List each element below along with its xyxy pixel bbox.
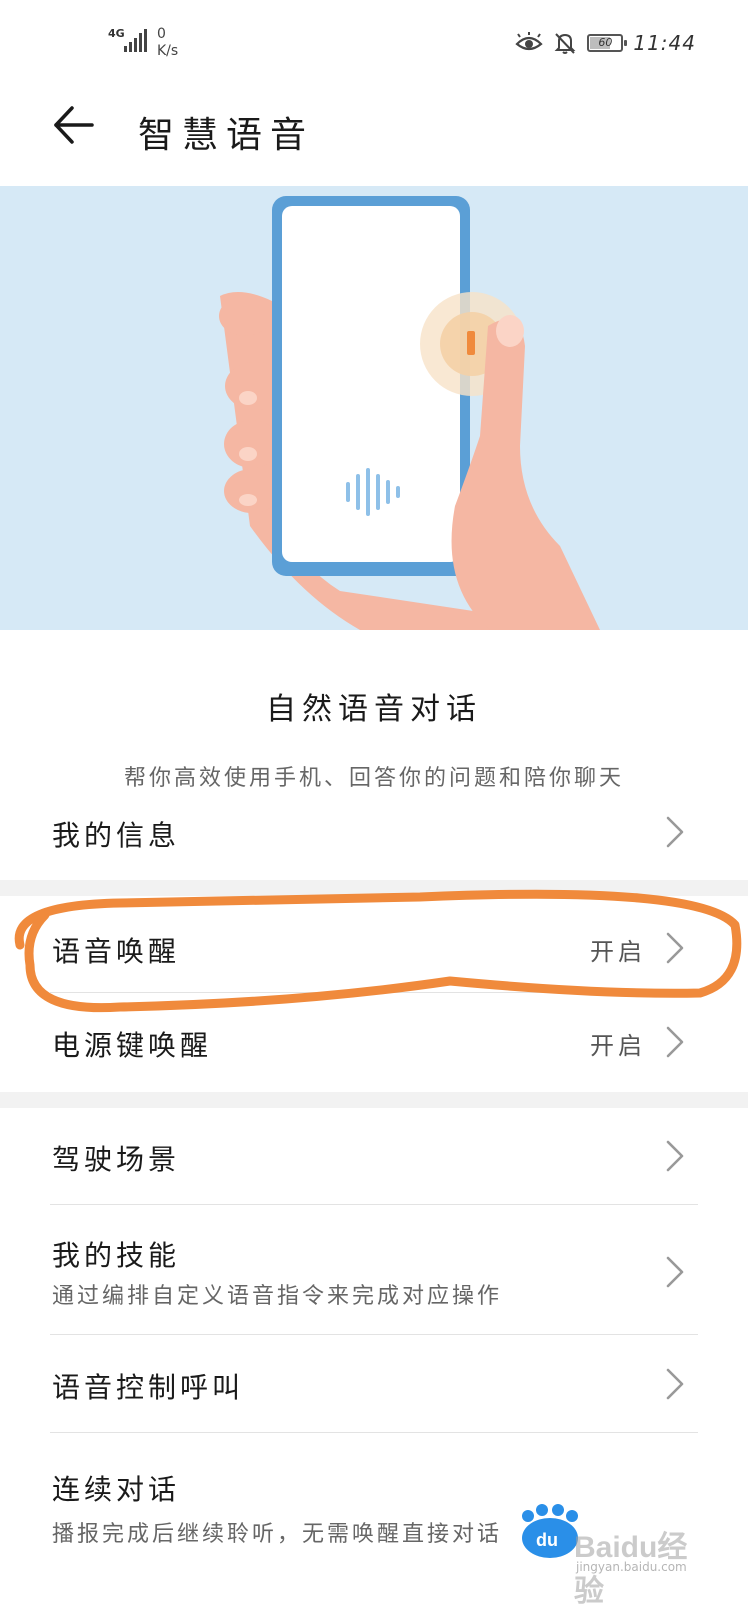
settings-item-label: 连续对话 (52, 1473, 181, 1506)
speed-value: 0 (157, 26, 166, 42)
app-bar: 智慧语音 (0, 90, 748, 162)
settings-item-my-skills[interactable]: 我的技能 通过编排自定义语音指令来完成对应操作 (0, 1214, 748, 1332)
hand-holding-phone-illustration (219, 196, 600, 630)
settings-item-label: 语音唤醒 (52, 935, 181, 968)
baidu-watermark: du Baidu经验 jingyan.baidu.com (514, 1500, 714, 1608)
divider (50, 1432, 698, 1433)
settings-item-my-info[interactable]: 我的信息 (0, 800, 748, 864)
network-speed: 0 K/s (157, 26, 178, 60)
eye-comfort-icon (515, 32, 543, 51)
chevron-right-icon (666, 1256, 684, 1288)
settings-item-label: 电源键唤醒 (52, 1029, 213, 1062)
bell-muted-icon (554, 33, 576, 54)
battery-level: 60 (598, 36, 613, 49)
chevron-right-icon (666, 1026, 684, 1058)
back-arrow-icon[interactable] (48, 100, 98, 150)
speed-unit: K/s (157, 43, 179, 59)
divider (50, 1334, 698, 1335)
section-gap (0, 1092, 748, 1108)
chevron-right-icon (666, 1368, 684, 1400)
chevron-right-icon (666, 932, 684, 964)
settings-item-voice-wakeup[interactable]: 语音唤醒 开启 (0, 910, 748, 990)
settings-item-description: 播报完成后继续聆听，无需唤醒直接对话 (52, 1522, 503, 1547)
settings-item-value: 开启 (590, 938, 646, 966)
svg-text:du: du (536, 1530, 558, 1550)
settings-item-label: 语音控制呼叫 (52, 1371, 245, 1404)
status-bar: 4G 0 K/s 60 11:44 (0, 0, 748, 80)
status-icons: 60 11:44 (515, 30, 696, 56)
clock: 11:44 (633, 31, 696, 55)
page-title: 智慧语音 (138, 115, 315, 156)
divider (50, 992, 698, 993)
settings-item-description: 通过编排自定义语音指令来完成对应操作 (52, 1284, 503, 1309)
chevron-right-icon (666, 816, 684, 848)
watermark-url: jingyan.baidu.com (576, 1560, 687, 1574)
feature-title: 自然语音对话 (266, 692, 482, 727)
settings-item-label: 我的技能 (52, 1239, 181, 1272)
settings-item-driving-scene[interactable]: 驾驶场景 (0, 1118, 748, 1198)
chevron-right-icon (666, 1140, 684, 1172)
section-gap (0, 880, 748, 896)
network-type: 4G (108, 27, 125, 40)
settings-item-voice-call-control[interactable]: 语音控制呼叫 (0, 1346, 748, 1426)
settings-item-power-key-wakeup[interactable]: 电源键唤醒 开启 (0, 1004, 748, 1084)
hero-illustration (0, 186, 748, 630)
battery-icon: 60 (587, 34, 628, 52)
divider (50, 1204, 698, 1205)
settings-item-label: 我的信息 (52, 819, 181, 852)
settings-item-value: 开启 (590, 1032, 646, 1060)
feature-subtitle: 帮你高效使用手机、回答你的问题和陪你聊天 (123, 766, 624, 791)
settings-item-label: 驾驶场景 (52, 1143, 181, 1176)
